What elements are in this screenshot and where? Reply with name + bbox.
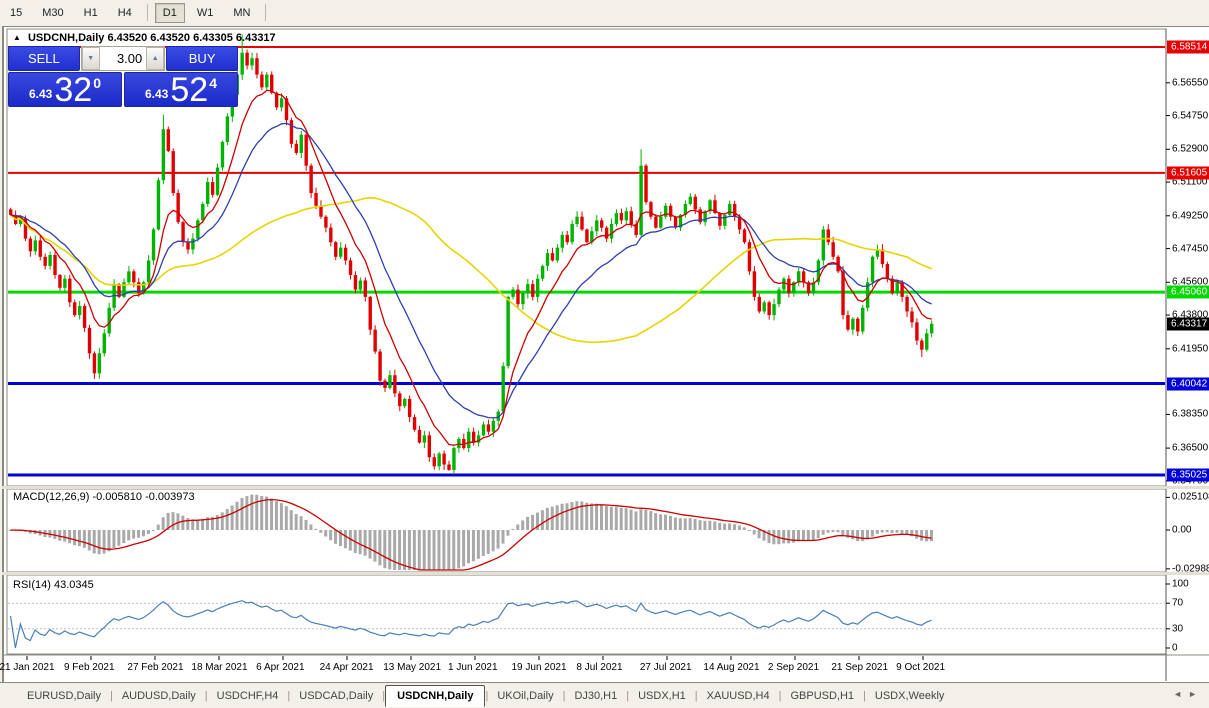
buy-price-pips: 52 xyxy=(170,75,208,105)
rsi-scale-label: 0 xyxy=(1172,643,1178,654)
volume-input[interactable] xyxy=(100,47,147,70)
macd-scale-label: 0.025108 xyxy=(1172,492,1209,503)
price-tick-label: 6.41950 xyxy=(1172,343,1208,354)
chart-tab-usdchf[interactable]: USDCHF,H4 xyxy=(208,686,288,706)
volume-decrease-icon[interactable]: ▼ xyxy=(82,47,100,70)
chart-ohlc-values: 6.43520 6.43520 6.43305 6.43317 xyxy=(107,32,275,44)
date-axis-label: 27 Feb 2021 xyxy=(127,662,183,673)
rsi-indicator-label: RSI(14) 43.0345 xyxy=(13,579,94,591)
sell-price-pips: 32 xyxy=(54,75,92,105)
one-click-trading-panel: SELL ▼ ▲ BUY 6.43 32 0 6.43 52 4 xyxy=(8,46,238,107)
sell-price-point: 0 xyxy=(93,75,101,91)
tab-scroll-left-icon[interactable]: ◄ xyxy=(1173,689,1188,699)
chart-tab-audusd[interactable]: AUDUSD,Daily xyxy=(113,686,205,706)
collapse-chart-icon[interactable]: ▲ xyxy=(13,33,21,42)
chart-title: ▲ USDCNH,Daily 6.43520 6.43520 6.43305 6… xyxy=(13,32,276,44)
sell-button[interactable]: SELL xyxy=(8,46,80,71)
chart-tab-eurusd[interactable]: EURUSD,Daily xyxy=(18,686,110,706)
price-tick-label: 6.49250 xyxy=(1172,210,1208,221)
price-tick-label: 6.47450 xyxy=(1172,243,1208,254)
price-level-tag: 6.51605 xyxy=(1167,166,1209,179)
current-price-tag: 6.43317 xyxy=(1167,317,1209,330)
tab-scroll-arrows: ◄► xyxy=(1173,689,1203,699)
chart-tab-usdcad[interactable]: USDCAD,Daily xyxy=(290,686,382,706)
rsi-scale-label: 100 xyxy=(1172,579,1189,590)
macd-indicator-label: MACD(12,26,9) -0.005810 -0.003973 xyxy=(13,491,195,503)
chart-tab-usdx[interactable]: USDX,Weekly xyxy=(866,686,953,706)
sell-price-box[interactable]: 6.43 32 0 xyxy=(8,72,122,107)
chart-tab-bar: EURUSD,Daily|AUDUSD,Daily|USDCHF,H4|USDC… xyxy=(0,682,1209,708)
price-tick-label: 6.52900 xyxy=(1172,144,1208,155)
panel-splitter xyxy=(2,486,1209,489)
date-axis-label: 8 Jul 2021 xyxy=(576,662,622,673)
date-axis-label: 21 Jan 2021 xyxy=(0,662,55,673)
date-axis-label: 24 Apr 2021 xyxy=(320,662,374,673)
chart-tab-xauusd[interactable]: XAUUSD,H4 xyxy=(698,686,779,706)
date-axis-label: 6 Apr 2021 xyxy=(256,662,304,673)
rsi-scale-label: 70 xyxy=(1172,598,1183,609)
rsi-scale-label: 30 xyxy=(1172,623,1183,634)
price-level-tag: 6.58514 xyxy=(1167,41,1209,54)
volume-increase-icon[interactable]: ▲ xyxy=(146,47,164,70)
date-axis-label: 19 Jun 2021 xyxy=(511,662,566,673)
tab-scroll-right-icon[interactable]: ► xyxy=(1188,689,1203,699)
date-axis-label: 9 Oct 2021 xyxy=(896,662,945,673)
chart-tab-gbpusd[interactable]: GBPUSD,H1 xyxy=(781,686,863,706)
date-axis-label: 13 May 2021 xyxy=(383,662,441,673)
panel-splitter xyxy=(2,572,1209,575)
macd-scale-label: 0.00 xyxy=(1172,525,1191,536)
date-axis-label: 27 Jul 2021 xyxy=(640,662,692,673)
sell-price-prefix: 6.43 xyxy=(29,87,52,101)
buy-button[interactable]: BUY xyxy=(166,46,238,71)
chart-tab-usdx[interactable]: USDX,H1 xyxy=(629,686,695,706)
chart-symbol-label: USDCNH,Daily xyxy=(28,32,104,44)
price-level-tag: 6.35025 xyxy=(1167,468,1209,481)
price-tick-label: 6.54750 xyxy=(1172,110,1208,121)
price-tick-label: 6.38350 xyxy=(1172,409,1208,420)
date-axis-label: 1 Jun 2021 xyxy=(448,662,498,673)
date-axis-label: 18 Mar 2021 xyxy=(191,662,247,673)
chart-tab-usdcnh[interactable]: USDCNH,Daily xyxy=(385,685,485,707)
date-axis-label: 14 Aug 2021 xyxy=(703,662,759,673)
price-tick-label: 6.56550 xyxy=(1172,77,1208,88)
chart-tab-ukoil[interactable]: UKOil,Daily xyxy=(488,686,562,706)
buy-price-prefix: 6.43 xyxy=(145,87,168,101)
buy-price-box[interactable]: 6.43 52 4 xyxy=(124,72,238,107)
date-axis-label: 2 Sep 2021 xyxy=(768,662,819,673)
price-tick-label: 6.36500 xyxy=(1172,443,1208,454)
price-level-tag: 6.40042 xyxy=(1167,377,1209,390)
macd-scale-label: -0.02988 xyxy=(1172,563,1209,574)
date-axis-label: 9 Feb 2021 xyxy=(64,662,115,673)
price-level-tag: 6.45060 xyxy=(1167,286,1209,299)
date-axis-label: 21 Sep 2021 xyxy=(831,662,888,673)
buy-price-point: 4 xyxy=(209,75,217,91)
rsi-panel-bg xyxy=(7,575,1166,654)
chart-tab-dj30[interactable]: DJ30,H1 xyxy=(565,686,626,706)
